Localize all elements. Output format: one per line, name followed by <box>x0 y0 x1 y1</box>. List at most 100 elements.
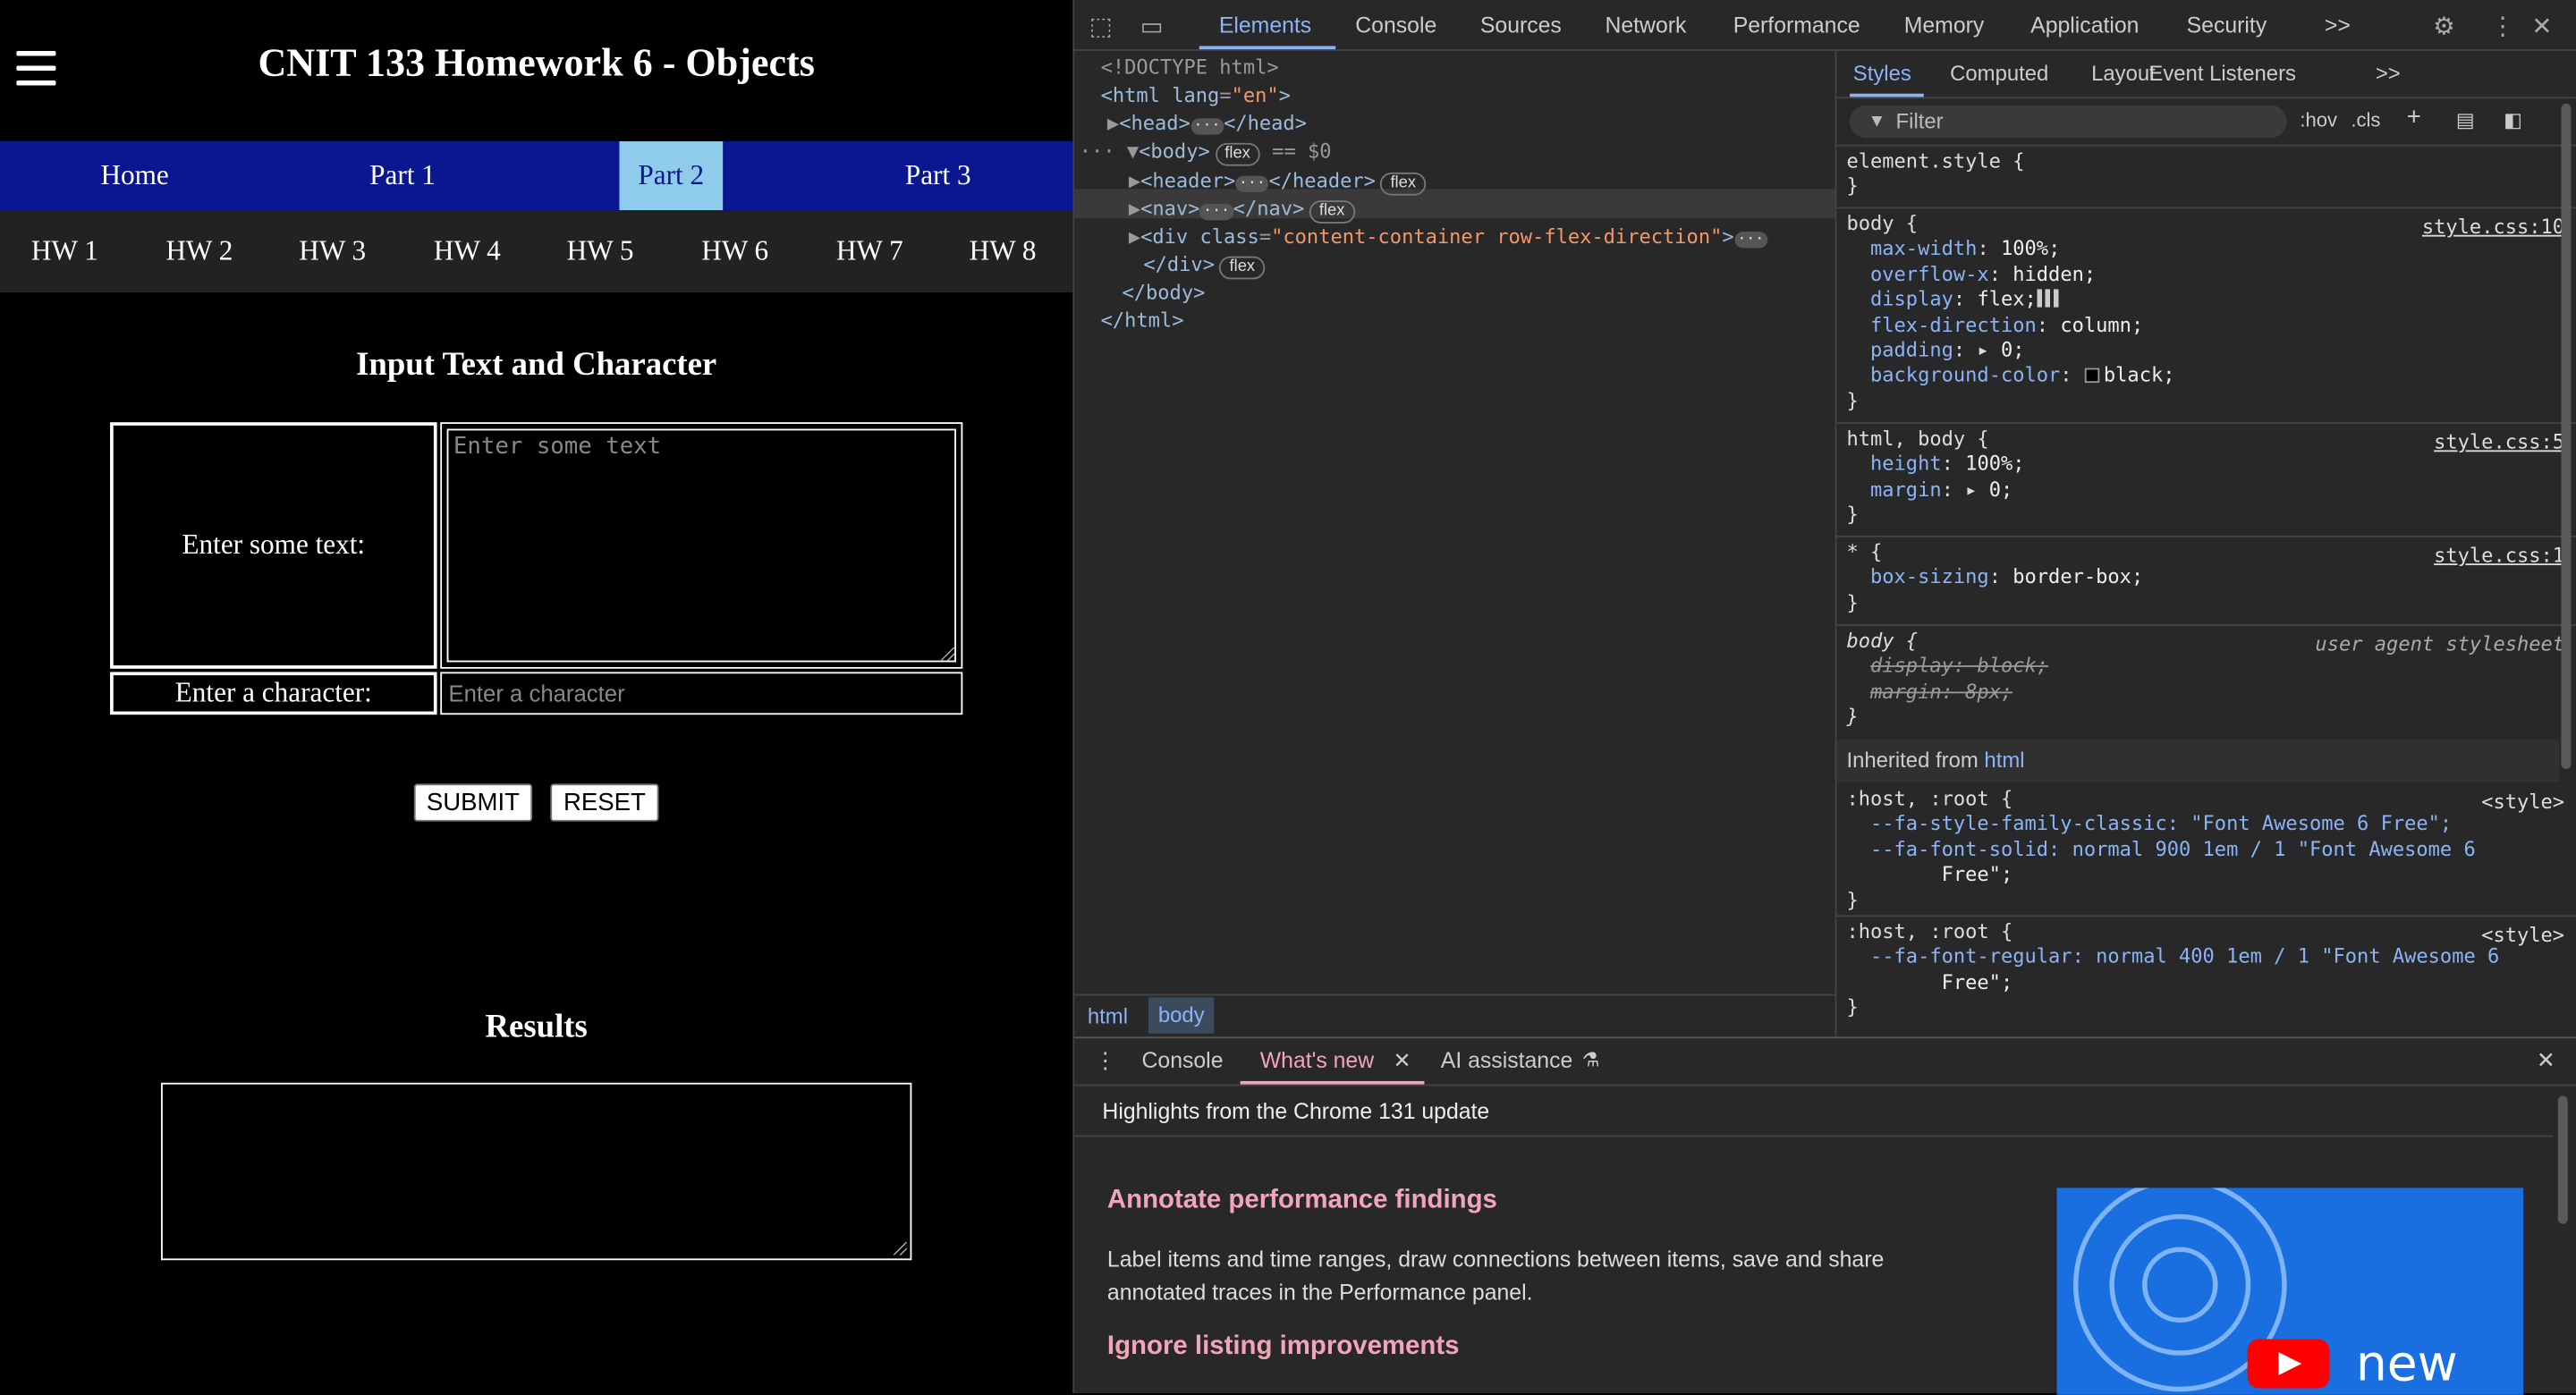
nav-hw-5[interactable]: HW 5 <box>567 210 634 292</box>
root-rule-2[interactable]: :host, :root { --fa-font-regular: normal… <box>1846 920 2499 1021</box>
html-body-rule-source-link[interactable]: style.css:5 <box>2434 430 2564 453</box>
dom-head[interactable]: ▶<head> ··· </head> <box>1107 110 1307 138</box>
dom-doctype[interactable]: <!DOCTYPE html> <box>1101 55 1279 82</box>
thumbnail-text: new <box>2355 1335 2458 1394</box>
flask-icon: ⚗ <box>1581 1048 1600 1071</box>
body-rule[interactable]: body { max-width: 100%; overflow-x: hidd… <box>1846 212 2174 414</box>
tab-event-listeners[interactable]: Event Listeners <box>2148 61 2296 86</box>
star-rule[interactable]: * { box-sizing: border-box; } <box>1846 540 2143 616</box>
dom-html[interactable]: <html lang="en"> <box>1101 82 1291 110</box>
styles-scrollbar[interactable] <box>2561 103 2572 769</box>
char-cell <box>440 672 963 715</box>
tab-performance[interactable]: Performance <box>1733 13 1860 38</box>
reset-button[interactable]: RESET <box>550 783 659 822</box>
root-rule-2-source-link[interactable]: <style> <box>2481 924 2564 947</box>
feature-heading-annotate[interactable]: Annotate performance findings <box>1107 1187 1497 1216</box>
filter-input[interactable]: ▼ Filter <box>1850 105 2287 139</box>
nav-part-3[interactable]: Part 3 <box>887 141 989 210</box>
part-nav: Home Part 1 Part 2 Part 3 <box>0 141 1073 211</box>
filter-icon: ▼ <box>1868 111 1886 131</box>
close-tab-icon[interactable]: ✕ <box>1394 1048 1411 1074</box>
tab-elements[interactable]: Elements <box>1219 13 1311 38</box>
submit-button[interactable]: SUBMIT <box>413 783 533 822</box>
results-textarea[interactable] <box>160 1082 912 1261</box>
text-textarea[interactable] <box>446 428 956 663</box>
devtools-drawer: ⋮ Console What's new ✕ AI assistance ⚗ ✕… <box>1074 1036 2576 1395</box>
results-title: Results <box>485 1009 588 1045</box>
nav-part-2[interactable]: Part 2 <box>619 141 724 211</box>
inherited-html-link[interactable]: html <box>1984 748 2024 773</box>
feature-description: Label items and time ranges, draw connec… <box>1106 1247 1885 1304</box>
tab-security[interactable]: Security <box>2187 13 2267 38</box>
drawer-tab-console[interactable]: Console <box>1142 1048 1224 1073</box>
dom-body-close[interactable]: </body> <box>1122 279 1205 307</box>
body-rule-source-link[interactable]: style.css:10 <box>2422 216 2564 239</box>
text-cell <box>440 422 963 669</box>
tab-layout[interactable]: Layout <box>2091 61 2156 86</box>
star-rule-source-link[interactable]: style.css:1 <box>2434 544 2564 567</box>
dom-div-close[interactable]: </div> flex <box>1143 251 1266 280</box>
close-devtools-icon[interactable]: ✕ <box>2531 12 2552 41</box>
close-drawer-icon[interactable]: ✕ <box>2537 1048 2555 1074</box>
tab-network[interactable]: Network <box>1605 13 1686 38</box>
nav-home[interactable]: Home <box>86 141 184 210</box>
section-title: Input Text and Character <box>356 346 717 384</box>
tab-computed[interactable]: Computed <box>1950 61 2048 86</box>
dom-div-content[interactable]: ▶<div class="content-container row-flex-… <box>1129 224 1767 251</box>
drawer-tab-whats-new[interactable]: What's new <box>1260 1048 1374 1073</box>
settings-gear-icon[interactable]: ⚙ <box>2433 12 2455 41</box>
new-rule-icon[interactable]: + <box>2407 104 2421 131</box>
text-label: Enter some text: <box>110 422 437 669</box>
tab-sources[interactable]: Sources <box>1480 13 1562 38</box>
tab-console[interactable]: Console <box>1355 13 1436 38</box>
youtube-play-icon[interactable] <box>2247 1339 2330 1389</box>
web-page: CNIT 133 Homework 6 - Objects Home Part … <box>0 0 1073 1394</box>
nav-hw-8[interactable]: HW 8 <box>970 210 1037 292</box>
dom-body[interactable]: ··· ▼<body> flex == $0 <box>1080 138 1332 166</box>
video-thumbnail[interactable]: new <box>2056 1188 2524 1395</box>
resize-grip-icon[interactable] <box>894 1241 907 1256</box>
dom-nav[interactable]: ▶<nav> ··· </nav> flex <box>1129 196 1355 224</box>
sidebar-toggle-icon[interactable]: ◧ <box>2504 108 2522 131</box>
hov-toggle[interactable]: :hov <box>2300 108 2337 131</box>
tab-styles[interactable]: Styles <box>1853 61 1911 86</box>
drawer-menu-icon[interactable]: ⋮ <box>1094 1048 1116 1074</box>
nav-hw-2[interactable]: HW 2 <box>166 210 233 292</box>
filter-row: ▼ Filter :hov .cls + ▤ ◧ <box>1836 98 2576 147</box>
root-rule-1[interactable]: :host, :root { --fa-style-family-classic… <box>1846 787 2475 914</box>
dom-header[interactable]: ▶<header> ··· </header> flex <box>1129 167 1427 196</box>
elements-tree: <!DOCTYPE html> <html lang="en"> ▶<head>… <box>1074 51 1835 987</box>
paint-icon[interactable]: ▤ <box>2456 108 2475 131</box>
styles-pane: Styles Computed Layout Event Listeners >… <box>1835 50 2576 1037</box>
inspect-element-icon[interactable]: ⬚ <box>1089 12 1113 41</box>
tab-application[interactable]: Application <box>2030 13 2139 38</box>
nav-hw-7[interactable]: HW 7 <box>836 210 903 292</box>
html-body-rule[interactable]: html, body { height: 100%; margin: ▸ 0; … <box>1846 427 2024 528</box>
collapse-arrow-icon: ▼ <box>1126 140 1140 163</box>
nav-hw-4[interactable]: HW 4 <box>434 210 501 292</box>
breadcrumb-html[interactable]: html <box>1088 1004 1128 1029</box>
feature-heading-ignore-listing[interactable]: Ignore listing improvements <box>1107 1332 1460 1362</box>
nav-part-1[interactable]: Part 1 <box>352 141 453 210</box>
nav-hw-6[interactable]: HW 6 <box>701 210 768 292</box>
dom-html-close[interactable]: </html> <box>1101 308 1184 335</box>
drawer-scrollbar[interactable] <box>2557 1095 2568 1224</box>
breadcrumb-body[interactable]: body <box>1148 997 1215 1034</box>
more-tabs-icon[interactable]: >> <box>2376 61 2401 86</box>
resize-grip-icon[interactable] <box>941 647 955 661</box>
kebab-menu-icon[interactable]: ⋮ <box>2490 12 2515 41</box>
root-rule-1-source-link[interactable]: <style> <box>2481 790 2564 814</box>
homework-nav: HW 1 HW 2 HW 3 HW 4 HW 5 HW 6 HW 7 HW 8 <box>0 210 1073 293</box>
element-style-rule[interactable]: element.style { } <box>1846 149 2024 200</box>
device-toolbar-icon[interactable]: ▭ <box>1140 12 1164 41</box>
char-input[interactable] <box>440 672 963 715</box>
nav-hw-1[interactable]: HW 1 <box>31 210 98 292</box>
drawer-tab-ai-assistance[interactable]: AI assistance <box>1441 1048 1572 1073</box>
nav-hw-3[interactable]: HW 3 <box>299 210 366 292</box>
cls-toggle[interactable]: .cls <box>2351 108 2380 131</box>
tab-memory[interactable]: Memory <box>1904 13 1985 38</box>
more-tabs-icon[interactable]: >> <box>2325 13 2351 38</box>
char-label: Enter a character: <box>110 672 437 715</box>
user-agent-rule[interactable]: body { display: block; margin: 8px; } <box>1846 630 2048 731</box>
devtools-tab-bar: ⬚ ▭ Elements Console Sources Network Per… <box>1074 0 2576 51</box>
